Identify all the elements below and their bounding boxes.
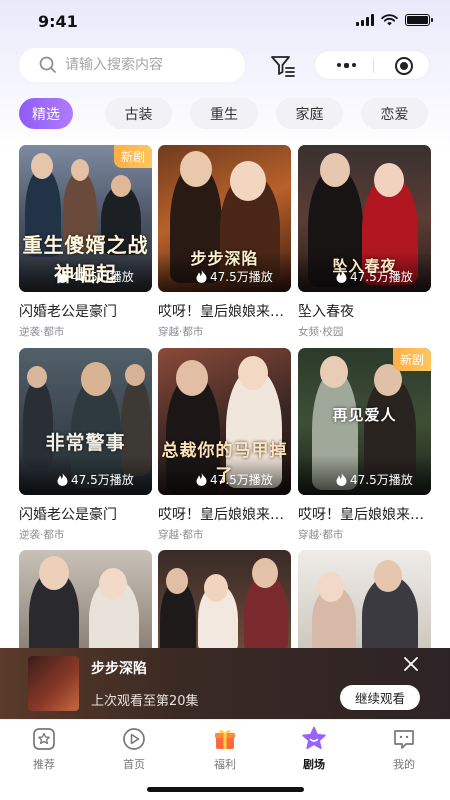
tab-rebirth[interactable]: 重生 — [190, 98, 258, 129]
poster-title: 步步深陷 — [190, 249, 259, 268]
theater-star-icon — [302, 726, 326, 750]
nav-theater[interactable]: 剧场 — [284, 726, 344, 772]
drama-card[interactable]: 总裁你的马甲掉了 47.5万播放 哎呀！皇后娘娘来… 穿越·都市 — [158, 348, 291, 542]
drama-poster: 坠入春夜 47.5万播放 — [298, 145, 431, 292]
drama-poster — [19, 550, 152, 648]
nav-label: 我的 — [393, 758, 415, 771]
drama-card[interactable] — [19, 550, 152, 648]
drama-poster: 非常警事 47.5万播放 — [19, 348, 152, 495]
status-time: 9:41 — [38, 12, 78, 31]
drama-poster: 重生傻婿之战神崛起 新剧 47.5万播放 — [19, 145, 152, 292]
fire-icon — [57, 473, 68, 486]
nav-welfare[interactable]: 福利 — [195, 726, 255, 772]
play-count: 47.5万播放 — [57, 471, 134, 488]
drama-card[interactable]: 非常警事 47.5万播放 闪婚老公是豪门 逆袭·都市 — [19, 348, 152, 542]
play-count-label: 47.5万播放 — [210, 473, 273, 487]
play-count-label: 47.5万播放 — [350, 270, 413, 284]
drama-tags: 穿越·都市 — [158, 529, 204, 541]
fire-icon — [336, 473, 347, 486]
play-count-label: 47.5万播放 — [71, 473, 134, 487]
drama-title: 闪婚老公是豪门 — [19, 304, 117, 320]
chat-face-icon — [394, 730, 414, 749]
play-count-label: 47.5万播放 — [210, 270, 273, 284]
battery-icon — [405, 14, 433, 26]
wifi-icon — [381, 14, 398, 26]
drama-title: 哎呀！皇后娘娘来… — [298, 507, 424, 523]
fire-icon — [196, 473, 207, 486]
poster-title: 非常警事 — [45, 432, 126, 454]
drama-card[interactable]: 重生傻婿之战神崛起 新剧 47.5万播放 闪婚老公是豪门 逆袭·都市 — [19, 145, 152, 339]
play-count: 47.5万播放 — [336, 268, 413, 285]
search-input[interactable] — [65, 57, 235, 73]
fire-icon — [196, 270, 207, 283]
fire-icon — [336, 270, 347, 283]
play-count-label: 47.5万播放 — [350, 473, 413, 487]
gift-icon — [215, 729, 235, 749]
play-count: 47.5万播放 — [196, 268, 273, 285]
nav-label: 福利 — [214, 758, 236, 771]
status-icons — [356, 14, 433, 26]
nav-recommend[interactable]: 推荐 — [14, 726, 74, 772]
category-tabs: 精选 古装 重生 家庭 恋爱 — [19, 98, 450, 130]
fire-icon — [57, 270, 68, 283]
capsule-divider — [373, 59, 374, 73]
play-count: 47.5万播放 — [57, 268, 134, 285]
tab-family[interactable]: 家庭 — [276, 98, 343, 129]
search-icon — [39, 56, 56, 73]
drama-title: 哎呀！皇后娘娘来… — [158, 304, 284, 320]
drama-card[interactable] — [158, 550, 291, 648]
drama-poster — [298, 550, 431, 648]
nav-profile[interactable]: 我的 — [374, 726, 434, 772]
drama-title: 哎呀！皇后娘娘来… — [158, 507, 284, 523]
drama-card[interactable]: 再见爱人 新剧 47.5万播放 哎呀！皇后娘娘来… 穿越·都市 — [298, 348, 431, 542]
play-count-label: 47.5万播放 — [71, 270, 134, 284]
continue-title: 步步深陷 — [91, 661, 147, 677]
close-icon[interactable] — [404, 657, 418, 671]
drama-poster — [158, 550, 291, 648]
new-badge: 新剧 — [113, 145, 152, 168]
search-bar[interactable] — [19, 48, 245, 82]
drama-tags: 逆袭·都市 — [19, 326, 65, 338]
star-icon — [33, 728, 55, 750]
signal-icon — [356, 14, 374, 26]
nav-home[interactable]: 首页 — [104, 726, 164, 772]
close-program-icon[interactable] — [395, 57, 413, 75]
tab-featured[interactable]: 精选 — [19, 98, 73, 129]
drama-poster: 总裁你的马甲掉了 47.5万播放 — [158, 348, 291, 495]
tab-costume[interactable]: 古装 — [105, 98, 172, 129]
play-circle-icon — [123, 728, 145, 750]
status-bar: 9:41 — [0, 0, 450, 44]
continue-thumbnail — [28, 656, 79, 711]
new-badge: 新剧 — [392, 348, 431, 371]
drama-poster: 步步深陷 47.5万播放 — [158, 145, 291, 292]
drama-card[interactable] — [298, 550, 431, 648]
drama-card[interactable]: 步步深陷 47.5万播放 哎呀！皇后娘娘来… 穿越·都市 — [158, 145, 291, 339]
tab-romance[interactable]: 恋爱 — [361, 98, 428, 129]
home-indicator — [147, 787, 304, 792]
filter-icon[interactable] — [270, 54, 296, 78]
drama-card[interactable]: 坠入春夜 47.5万播放 坠入春夜 女频·校园 — [298, 145, 431, 339]
continue-watching-banner[interactable]: 步步深陷 上次观看至第20集 继续观看 — [0, 648, 450, 719]
mini-program-capsule — [314, 50, 430, 80]
more-options-icon[interactable] — [337, 62, 356, 68]
continue-button[interactable]: 继续观看 — [340, 685, 420, 710]
nav-label: 推荐 — [33, 758, 55, 771]
drama-tags: 逆袭·都市 — [19, 529, 65, 541]
drama-tags: 穿越·都市 — [158, 326, 204, 338]
play-count: 47.5万播放 — [196, 471, 273, 488]
drama-title: 坠入春夜 — [298, 304, 354, 320]
continue-progress: 上次观看至第20集 — [91, 694, 199, 709]
drama-title: 闪婚老公是豪门 — [19, 507, 117, 523]
poster-title: 再见爱人 — [332, 406, 397, 424]
play-count: 47.5万播放 — [336, 471, 413, 488]
drama-poster: 再见爱人 新剧 47.5万播放 — [298, 348, 431, 495]
nav-label: 首页 — [123, 758, 145, 771]
nav-label: 剧场 — [303, 758, 325, 771]
drama-tags: 穿越·都市 — [298, 529, 344, 541]
drama-tags: 女频·校园 — [298, 326, 344, 338]
